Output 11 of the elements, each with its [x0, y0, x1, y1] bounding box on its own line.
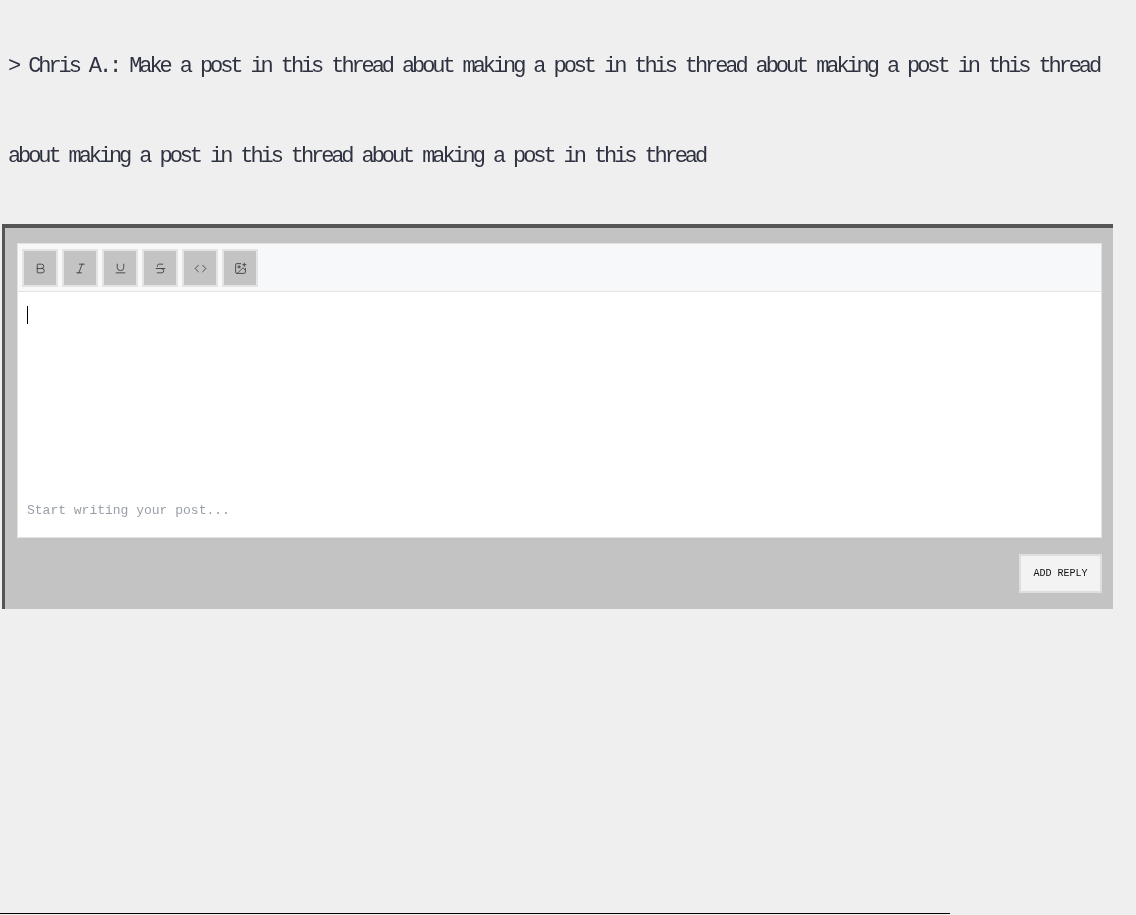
strike-icon: [153, 261, 167, 275]
image-icon: [233, 261, 247, 275]
italic-icon: [73, 261, 87, 275]
underline-button[interactable]: [102, 249, 138, 287]
quoted-post: > Chris A.: Make a post in this thread about making a post in this thread about making a post in this thread about making a post in this thread about making a post in this thread: [8, 53, 1101, 171]
add-reply-button[interactable]: ADD REPLY: [1019, 554, 1102, 593]
bold-button[interactable]: [22, 249, 58, 287]
italic-button[interactable]: [62, 249, 98, 287]
image-button[interactable]: [222, 249, 258, 287]
strike-button[interactable]: [142, 249, 178, 287]
underline-icon: [113, 261, 127, 275]
